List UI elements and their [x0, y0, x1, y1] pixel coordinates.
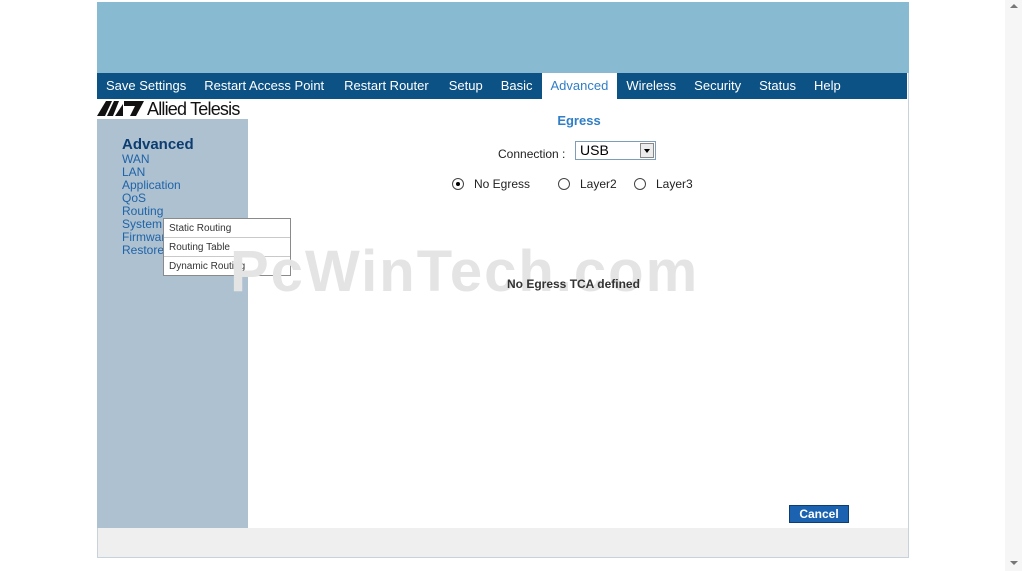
radio-no-egress-label: No Egress — [474, 177, 531, 191]
nav-help[interactable]: Help — [805, 73, 850, 99]
nav-setup[interactable]: Setup — [440, 73, 492, 99]
chevron-down-icon[interactable] — [640, 143, 654, 158]
empty-state-message: No Egress TCA defined — [507, 277, 640, 291]
footer-bar — [98, 528, 908, 557]
radio-layer3-button[interactable] — [634, 178, 646, 190]
nav-save-settings[interactable]: Save Settings — [97, 73, 195, 99]
sidebar: Advanced WAN LAN Application QoS Routing… — [97, 119, 248, 528]
header-banner — [97, 2, 909, 73]
nav-restart-access-point[interactable]: Restart Access Point — [195, 73, 333, 99]
vertical-scrollbar[interactable] — [1005, 0, 1022, 571]
connection-label: Connection : — [498, 147, 566, 161]
nav-basic[interactable]: Basic — [492, 73, 542, 99]
connection-select[interactable]: USB — [575, 141, 656, 160]
nav-advanced[interactable]: Advanced — [541, 73, 618, 99]
top-nav-bar: Save Settings Restart Access Point Resta… — [97, 73, 907, 99]
sidebar-heading: Advanced — [122, 136, 194, 153]
radio-layer2-button[interactable] — [558, 178, 570, 190]
scroll-up-icon[interactable] — [1010, 4, 1018, 8]
brand-name: Allied Telesis — [147, 99, 240, 119]
scroll-down-icon[interactable] — [1010, 561, 1018, 565]
connection-selected-value: USB — [580, 142, 609, 158]
radio-layer3[interactable]: Layer3 — [634, 177, 693, 191]
watermark: PcWinTech.com — [230, 239, 700, 304]
radio-layer2[interactable]: Layer2 — [558, 177, 617, 191]
nav-wireless[interactable]: Wireless — [617, 73, 685, 99]
submenu-item-static-routing[interactable]: Static Routing — [164, 219, 290, 238]
nav-status[interactable]: Status — [750, 73, 805, 99]
nav-security[interactable]: Security — [685, 73, 750, 99]
cancel-button[interactable]: Cancel — [789, 505, 849, 523]
radio-layer3-label: Layer3 — [656, 177, 693, 191]
nav-restart-router[interactable]: Restart Router — [333, 73, 440, 99]
radio-layer2-label: Layer2 — [580, 177, 617, 191]
radio-no-egress[interactable]: No Egress — [452, 177, 530, 191]
page-title: Egress — [557, 113, 601, 128]
radio-no-egress-button[interactable] — [452, 178, 464, 190]
brand-logo: Allied Telesis — [97, 99, 247, 119]
allied-telesis-logo-icon — [97, 101, 144, 116]
